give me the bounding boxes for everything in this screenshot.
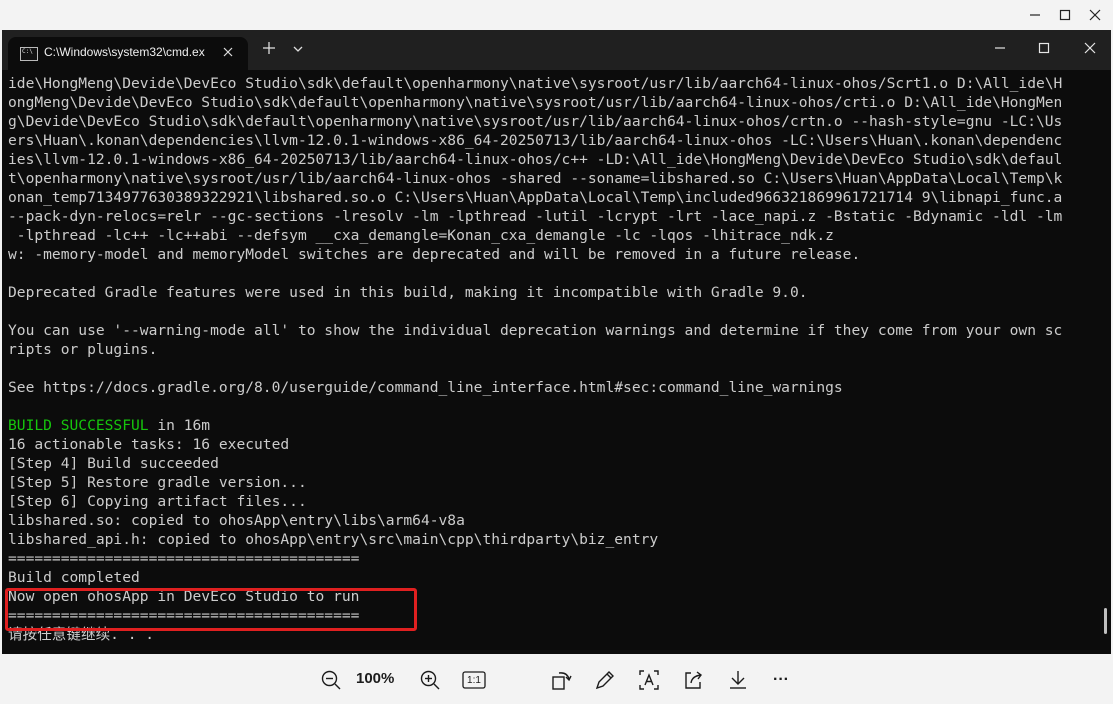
console-line: ========================================: [8, 550, 360, 567]
console-line: --pack-dyn-relocs=relr --gc-sections -lr…: [8, 208, 1063, 225]
console-line: Build completed: [8, 569, 140, 586]
console-line: t\openharmony\native\sysroot/usr/lib/aar…: [8, 170, 1063, 187]
console-line: ongMeng\Devide\DevEco Studio\sdk\default…: [8, 94, 1063, 111]
console-output[interactable]: ide\HongMeng\Devide\DevEco Studio\sdk\de…: [8, 74, 1094, 652]
zoom-in-icon[interactable]: [419, 668, 441, 692]
zoom-level: 100%: [356, 670, 395, 687]
console-line: BUILD SUCCESSFUL in 16m: [8, 416, 1094, 435]
build-status: BUILD SUCCESSFUL: [8, 417, 149, 434]
minimize-icon[interactable]: [1023, 6, 1047, 24]
download-icon[interactable]: [727, 668, 749, 692]
console-line: libshared.so: copied to ohosApp\entry\li…: [8, 512, 465, 529]
console-line: See https://docs.gradle.org/8.0/userguid…: [8, 379, 843, 396]
tab-title: C:\Windows\system32\cmd.ex: [44, 45, 205, 59]
viewer-title-bar: [0, 0, 1113, 30]
tab-cmd[interactable]: C:\Windows\system32\cmd.ex: [8, 37, 248, 70]
chevron-down-icon[interactable]: [292, 39, 304, 59]
console-line: 16 actionable tasks: 16 executed: [8, 436, 290, 453]
console-line: g\Devide\DevEco Studio\sdk\default\openh…: [8, 113, 1063, 130]
console-line: libshared_api.h: copied to ohosApp\entry…: [8, 531, 659, 548]
maximize-icon[interactable]: [1053, 6, 1077, 24]
new-tab-icon[interactable]: [262, 39, 276, 59]
terminal-close-icon[interactable]: [1076, 38, 1104, 58]
text-recognition-icon[interactable]: [638, 668, 660, 692]
console-line: onan_temp7134977630389322921\libshared.s…: [8, 189, 1063, 206]
console-line: You can use '--warning-mode all' to show…: [8, 322, 1063, 339]
terminal-minimize-icon[interactable]: [986, 38, 1014, 58]
console-line: ies\llvm-12.0.1-windows-x86_64-20250713/…: [8, 151, 1063, 168]
tab-close-icon[interactable]: [222, 43, 234, 62]
zoom-out-icon[interactable]: [320, 668, 342, 692]
viewer-toolbar: 100% 1:1 ···: [0, 654, 1113, 704]
actual-size-button[interactable]: 1:1: [462, 668, 486, 692]
cmd-icon: [20, 47, 38, 61]
tab-bar: C:\Windows\system32\cmd.ex: [2, 30, 1111, 70]
console-line: w: -memory-model and memoryModel switche…: [8, 246, 861, 263]
terminal-window: C:\Windows\system32\cmd.ex ide\HongMeng\…: [2, 30, 1111, 654]
console-line: Deprecated Gradle features were used in …: [8, 284, 808, 301]
console-line: [Step 4] Build succeeded: [8, 455, 219, 472]
console-line: -lpthread -lc++ -lc++abi --defsym __cxa_…: [8, 227, 834, 244]
console-line: ers\Huan\.konan\dependencies\llvm-12.0.1…: [8, 132, 1063, 149]
console-line: ripts or plugins.: [8, 341, 158, 358]
share-icon[interactable]: [682, 668, 704, 692]
more-icon[interactable]: ···: [770, 668, 792, 692]
actual-size-label: 1:1: [467, 674, 481, 686]
pen-icon[interactable]: [594, 668, 616, 692]
terminal-maximize-icon[interactable]: [1030, 38, 1058, 58]
console-line: [Step 5] Restore gradle version...: [8, 474, 307, 491]
scrollbar[interactable]: [1104, 608, 1107, 634]
console-line: [Step 6] Copying artifact files...: [8, 493, 307, 510]
highlight-box: [5, 588, 417, 631]
console-line: ide\HongMeng\Devide\DevEco Studio\sdk\de…: [8, 75, 1063, 92]
close-icon[interactable]: [1083, 6, 1107, 24]
rotate-icon[interactable]: [551, 668, 573, 692]
build-duration: in 16m: [148, 417, 211, 434]
